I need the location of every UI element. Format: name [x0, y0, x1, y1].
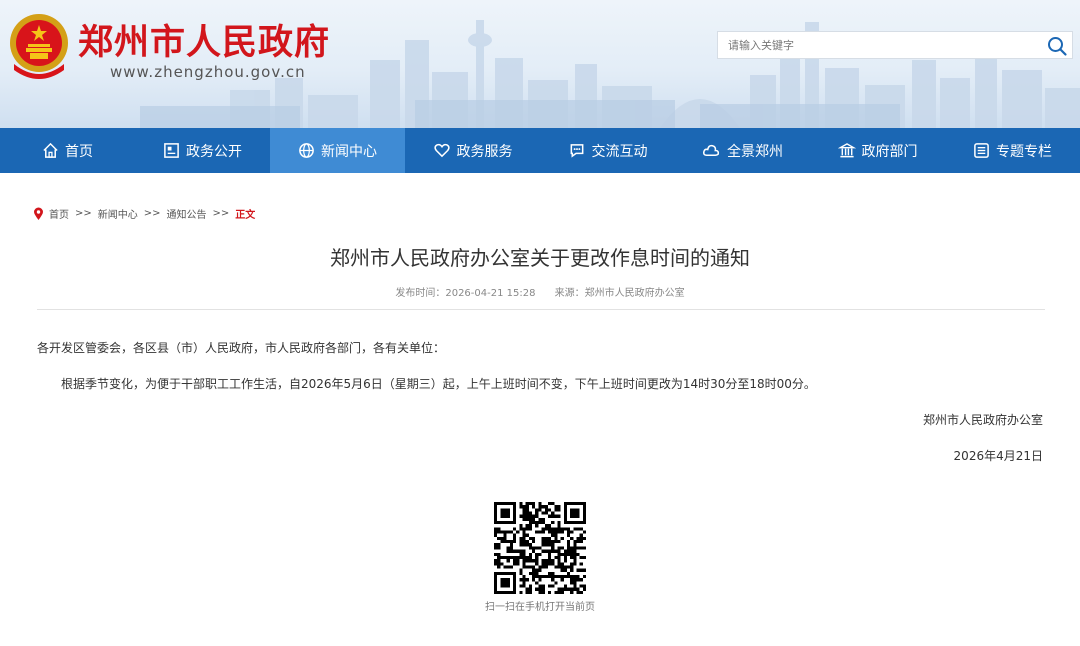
- nav-item-label: 专题专栏: [996, 143, 1052, 160]
- publish-time: 发布时间：2026-04-21 15:28: [395, 288, 536, 299]
- article-title: 郑州市人民政府办公室关于更改作息时间的通知: [330, 246, 750, 270]
- breadcrumb-separator: >>: [212, 208, 230, 219]
- divider: [37, 309, 1045, 310]
- search-icon[interactable]: [1046, 35, 1068, 57]
- nav-item-label: 全景郑州: [727, 143, 783, 160]
- breadcrumb-separator: >>: [143, 208, 161, 219]
- heart-icon: [433, 143, 450, 158]
- chat-icon: [570, 144, 583, 158]
- qr-code: [494, 502, 586, 594]
- search-box: [717, 31, 1073, 59]
- main-nav: 首页 政务公开 新闻中心 政务服务 交流互动 全景郑州 政府部门 专题专栏: [0, 128, 1080, 173]
- nav-item-home[interactable]: 首页: [0, 128, 135, 173]
- qr-caption: 扫一扫在手机打开当前页: [485, 602, 595, 613]
- breadcrumb-separator: >>: [75, 208, 92, 219]
- search-input[interactable]: [718, 32, 1058, 58]
- nav-item-news-center[interactable]: 新闻中心: [270, 128, 405, 173]
- nav-item-label: 首页: [65, 143, 93, 160]
- home-icon: [43, 142, 58, 158]
- site-header: 郑州市人民政府 www.zhengzhou.gov.cn: [0, 0, 1080, 128]
- article-date: 2026年4月21日: [953, 449, 1043, 463]
- article-body: 根据季节变化，为便于干部职工工作生活，自2026年5月6日（星期三）起，上午上班…: [61, 377, 816, 391]
- globe-icon: [299, 143, 314, 158]
- national-emblem-logo: [10, 14, 68, 79]
- nav-item-departments[interactable]: 政府部门: [810, 128, 945, 173]
- breadcrumb-notices-link[interactable]: 通知公告: [167, 206, 207, 221]
- breadcrumb-news-center-link[interactable]: 新闻中心: [98, 206, 138, 221]
- article-meta: 发布时间：2026-04-21 15:28 来源：郑州市人民政府办公室: [0, 284, 1080, 299]
- article-salutation: 各开发区管委会，各区县（市）人民政府，市人民政府各部门，各有关单位：: [37, 341, 446, 355]
- cloud-icon: [703, 144, 720, 156]
- nav-item-special-topics[interactable]: 专题专栏: [945, 128, 1080, 173]
- location-pin-icon: [34, 207, 43, 220]
- nav-item-label: 政务公开: [186, 143, 242, 160]
- article-signature: 郑州市人民政府办公室: [922, 413, 1043, 427]
- nav-item-label: 政府部门: [861, 143, 918, 160]
- nav-item-label: 新闻中心: [321, 143, 377, 160]
- article-source: 来源：郑州市人民政府办公室: [554, 288, 685, 299]
- nav-item-label: 政务服务: [456, 143, 513, 160]
- building-icon: [837, 143, 856, 158]
- document-icon: [164, 143, 179, 158]
- nav-item-government-affairs[interactable]: 政务公开: [135, 128, 270, 173]
- nav-item-panorama[interactable]: 全景郑州: [675, 128, 810, 173]
- breadcrumb-home-link[interactable]: 首页: [49, 206, 69, 221]
- site-title[interactable]: 郑州市人民政府: [78, 14, 330, 65]
- breadcrumb: 首页 >> 新闻中心 >> 通知公告 >> 正文: [33, 206, 261, 221]
- site-domain: www.zhengzhou.gov.cn: [110, 63, 306, 81]
- list-icon: [974, 143, 989, 158]
- breadcrumb-current: 正文: [235, 210, 256, 221]
- nav-item-government-services[interactable]: 政务服务: [405, 128, 540, 173]
- nav-item-label: 交流互动: [591, 143, 648, 160]
- nav-item-interaction[interactable]: 交流互动: [540, 128, 675, 173]
